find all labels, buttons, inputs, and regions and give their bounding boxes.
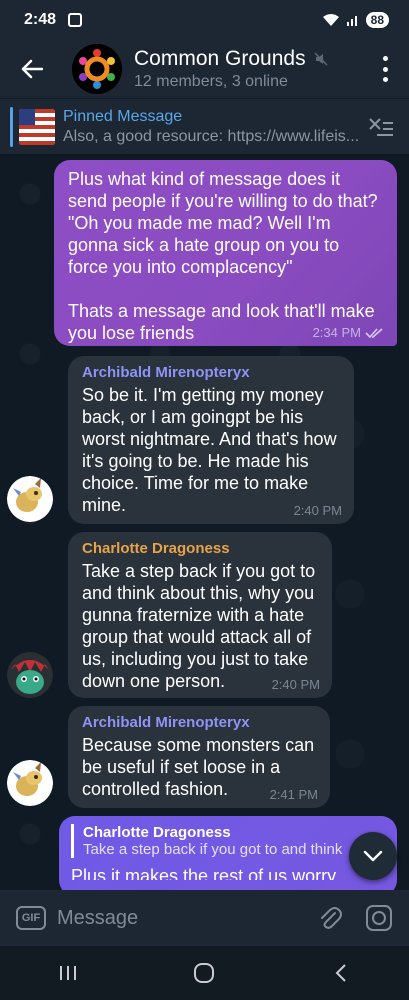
screenshot-icon (68, 13, 83, 27)
flag-thumbnail-icon (19, 108, 55, 145)
message-bubble-incoming[interactable]: Archibald Mirenopteryx Because some mons… (68, 706, 330, 808)
status-bar: 2:48 88 (0, 0, 409, 40)
avatar[interactable] (7, 476, 53, 522)
muted-icon (314, 52, 328, 66)
status-time: 2:48 (24, 11, 57, 28)
group-avatar[interactable] (72, 44, 122, 94)
system-back-button[interactable] (321, 958, 361, 988)
back-chevron-icon (335, 964, 346, 982)
message-text: Take a step back if you got to and think… (82, 561, 321, 691)
dot-icon (382, 66, 388, 72)
avatar[interactable] (7, 760, 53, 806)
recent-apps-icon (60, 966, 77, 980)
header-titles[interactable]: Common Grounds 12 members, 3 online (134, 47, 328, 91)
message-text: So be it. I'm getting my money back, or … (82, 385, 342, 515)
paperclip-icon[interactable] (315, 904, 343, 932)
dot-icon (382, 77, 388, 82)
signal-icon (346, 16, 357, 26)
message-meta: 2:40 PM (272, 677, 320, 692)
message-list[interactable]: Plus what kind of message does it send p… (0, 154, 409, 890)
message-bubble-incoming[interactable]: Charlotte Dragoness Take a step back if … (68, 532, 332, 698)
chat-subtitle: 12 members, 3 online (134, 73, 288, 90)
message-sender[interactable]: Charlotte Dragoness (82, 540, 318, 557)
double-check-icon (365, 327, 383, 338)
message-meta: 2:34 PM (313, 325, 385, 340)
battery-indicator: 88 (365, 12, 389, 28)
pinned-thumbnail (19, 108, 55, 145)
avatar[interactable] (7, 652, 53, 698)
message-time: 2:34 PM (312, 325, 361, 340)
message-composer: GIF (0, 890, 409, 946)
wifi-icon (322, 14, 339, 26)
home-button[interactable] (184, 958, 224, 988)
message-text: Plus it makes the rest of us worry (71, 866, 337, 880)
message-time: 2:41 PM (269, 787, 318, 802)
reply-quote[interactable]: Charlotte Dragoness Take a step back if … (71, 824, 385, 858)
message-sender[interactable]: Archibald Mirenopteryx (82, 714, 316, 731)
scroll-down-button[interactable] (349, 832, 397, 880)
message-sender[interactable]: Archibald Mirenopteryx (82, 364, 340, 381)
chat-title: Common Grounds (134, 47, 306, 70)
pinned-label: Pinned Message (63, 107, 183, 125)
gif-button[interactable]: GIF (16, 906, 46, 930)
system-nav-bar (0, 946, 409, 1000)
pinned-preview: Also, a good resource: https://www.lifei… (63, 127, 360, 145)
dragon-avatar-icon (7, 760, 53, 806)
message-text: Plus what kind of message does it send p… (68, 169, 378, 343)
reply-quote-sender: Charlotte Dragoness (83, 824, 231, 841)
back-arrow-icon (21, 59, 43, 79)
message-bubble-outgoing[interactable]: Plus what kind of message does it send p… (54, 160, 397, 346)
pinned-indicator (10, 106, 13, 147)
more-options-button[interactable] (375, 56, 395, 82)
home-icon (194, 963, 215, 983)
message-time: 2:40 PM (271, 677, 320, 692)
pinned-list-icon[interactable] (367, 115, 395, 139)
pinned-message-bar[interactable]: Pinned Message Also, a good resource: ht… (0, 98, 409, 154)
camera-icon[interactable] (365, 904, 393, 932)
back-button[interactable] (0, 40, 64, 98)
dragon-avatar-icon (7, 476, 53, 522)
reply-quote-text: Take a step back if you got to and think (83, 841, 343, 858)
chat-header: Common Grounds 12 members, 3 online (0, 40, 409, 98)
message-input[interactable] (57, 906, 287, 930)
message-bubble-outgoing-reply[interactable]: Charlotte Dragoness Take a step back if … (59, 816, 397, 890)
dragoness-avatar-icon (7, 652, 53, 698)
status-icons: 88 (322, 12, 389, 28)
group-logo-icon (72, 44, 122, 94)
message-time: 2:40 PM (293, 503, 342, 518)
message-meta: 2:41 PM (270, 787, 318, 802)
recent-apps-button[interactable] (48, 958, 88, 988)
message-bubble-incoming[interactable]: Archibald Mirenopteryx So be it. I'm get… (68, 356, 354, 524)
dot-icon (382, 56, 388, 61)
message-meta: 2:40 PM (294, 503, 342, 518)
chevron-down-icon (363, 850, 383, 862)
